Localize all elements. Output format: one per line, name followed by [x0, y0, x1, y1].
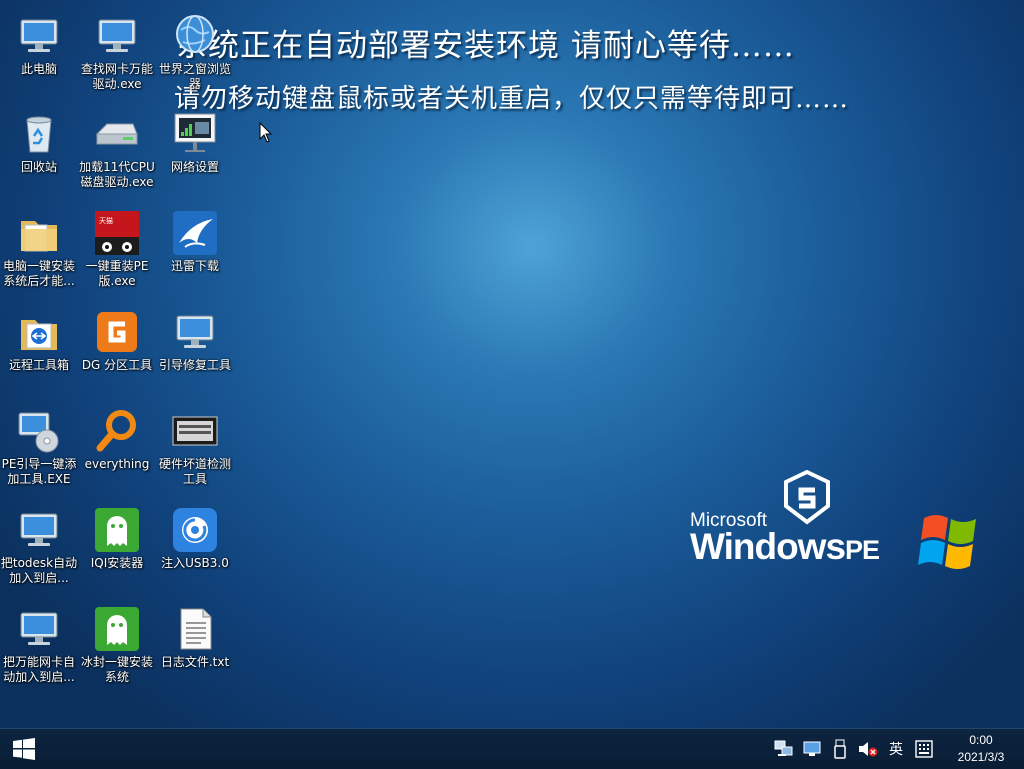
computer-icon [15, 605, 63, 653]
desktop-icon-pe-reinstall[interactable]: 天猫 一键重装PE版.exe [78, 205, 156, 295]
desktop-icon-diskgenius[interactable]: DG 分区工具 [78, 304, 156, 394]
desktop-icon-recycle-bin[interactable]: 回收站 [0, 106, 78, 196]
teamviewer-folder-icon [15, 308, 63, 356]
desktop-icon-label: 世界之窗浏览器 [158, 62, 231, 91]
clock-date: 2021/3/3 [957, 750, 1005, 764]
computer-icon [15, 12, 63, 60]
network-connection-icon[interactable] [773, 738, 795, 760]
desktop-icon-bingfeng-installer[interactable]: 冰封一键安装系统 [78, 601, 156, 691]
desktop-icon-thunder-download[interactable]: 迅雷下载 [156, 205, 234, 295]
desktop-icon-pe-boot-tool[interactable]: PE引导一键添加工具.EXE [0, 403, 78, 493]
desktop-icon-label: 网络设置 [170, 160, 219, 174]
brand-windowspe-text: WindowsPE [690, 526, 880, 568]
disk-drive-icon [93, 110, 141, 158]
svg-text:天猫: 天猫 [99, 216, 113, 225]
desktop-icon-label: 引导修复工具 [158, 358, 231, 372]
system-tray: 英 0:00 2021/3/3 [770, 729, 1024, 769]
desktop-icon-label: DG 分区工具 [81, 358, 153, 372]
deploy-status-banner: 系统正在自动部署安装环境 请耐心等待…… [176, 28, 795, 64]
volume-muted-icon[interactable] [857, 738, 879, 760]
desktop-icon-iqi-installer[interactable]: IQI安装器 [78, 502, 156, 592]
desktop-icon-label: 此电脑 [20, 62, 57, 76]
computer-icon [93, 12, 141, 60]
desktop-icon-label: 迅雷下载 [170, 259, 219, 273]
desktop: 系统正在自动部署安装环境 请耐心等待…… 请勿移动键盘鼠标或者关机重启，仅仅只需… [0, 0, 1024, 728]
desktop-icon-log-file[interactable]: 日志文件.txt [156, 601, 234, 691]
desktop-icon-label: IQI安装器 [90, 556, 144, 570]
desktop-icon-nic-driver-finder[interactable]: 查找网卡万能驱动.exe [78, 8, 156, 98]
desktop-icon-label: 注入USB3.0 [161, 556, 229, 570]
ghost-icon [93, 506, 141, 554]
desktop-icon-label: everything [84, 457, 150, 471]
ghost-icon [93, 605, 141, 653]
hdd-icon [171, 407, 219, 455]
desktop-icon-boot-repair[interactable]: 引导修复工具 [156, 304, 234, 394]
diskgenius-icon [93, 308, 141, 356]
desktop-icon-label: 远程工具箱 [8, 358, 69, 372]
windows-start-icon [13, 738, 35, 760]
desktop-icon-nic-autostart[interactable]: 把万能网卡自动加入到启... [0, 601, 78, 691]
thunder-icon [171, 209, 219, 257]
desktop-icon-label: 把todesk自动加入到启... [0, 556, 78, 585]
clock-time: 0:00 [969, 733, 993, 747]
mouse-cursor-icon [259, 122, 273, 143]
taskbar-clock[interactable]: 0:00 2021/3/3 [938, 732, 1024, 766]
desktop-icon-label: 把万能网卡自动加入到启... [2, 655, 75, 684]
desktop-icon-label: 日志文件.txt [160, 655, 230, 669]
globe-icon [171, 12, 219, 60]
desktop-icon-remote-toolbox[interactable]: 远程工具箱 [0, 304, 78, 394]
magnifier-icon [93, 407, 141, 455]
desktop-icon-this-pc[interactable]: 此电脑 [0, 8, 78, 98]
computer-icon [15, 506, 63, 554]
desktop-icon-cpu-disk-driver[interactable]: 加载11代CPU磁盘驱动.exe [78, 106, 156, 196]
desktop-icon-label: PE引导一键添加工具.EXE [1, 457, 77, 486]
desktop-icon-label: 电脑一键安装系统后才能... [2, 259, 75, 288]
computer-disc-icon [15, 407, 63, 455]
usb-device-icon[interactable] [829, 738, 851, 760]
deploy-warning-banner: 请勿移动键盘鼠标或者关机重启，仅仅只需等待即可…… [174, 84, 850, 114]
desktop-icon-label: 一键重装PE版.exe [85, 259, 149, 288]
text-file-icon [171, 605, 219, 653]
computer-icon [171, 308, 219, 356]
desktop-icon-label: 加载11代CPU磁盘驱动.exe [79, 160, 155, 189]
desktop-icon-label: 回收站 [20, 160, 57, 174]
desktop-icon-label: 硬件坏道检测工具 [158, 457, 231, 486]
ime-indicator[interactable]: 英 [885, 738, 907, 760]
recycle-bin-icon [15, 110, 63, 158]
desktop-icon-theworld-browser[interactable]: 世界之窗浏览器 [156, 8, 234, 98]
start-button[interactable] [0, 729, 48, 769]
pe-logo-mark-icon [784, 470, 830, 525]
windows-flag-logo-icon [918, 515, 976, 569]
network-settings-icon [171, 110, 219, 158]
monitor-tray-icon[interactable] [801, 738, 823, 760]
desktop-icon-network-settings[interactable]: 网络设置 [156, 106, 234, 196]
desktop-icon-install-guide-folder[interactable]: 电脑一键安装系统后才能... [0, 205, 78, 295]
folder-icon [15, 209, 63, 257]
keyboard-layout-icon[interactable] [913, 738, 935, 760]
desktop-icon-everything[interactable]: everything [78, 403, 156, 493]
taskbar: 英 0:00 2021/3/3 [0, 728, 1024, 769]
desktop-icon-inject-usb3[interactable]: 注入USB3.0 [156, 502, 234, 592]
desktop-icon-label: 查找网卡万能驱动.exe [80, 62, 153, 91]
desktop-icon-hdd-badsector-check[interactable]: 硬件坏道检测工具 [156, 403, 234, 493]
brand-windows-word: Windows [690, 526, 846, 567]
brand-pe-word: PE [845, 535, 880, 565]
tmall-icon: 天猫 [93, 209, 141, 257]
desktop-icon-todesk-autostart[interactable]: 把todesk自动加入到启... [0, 502, 78, 592]
usb-inject-icon [171, 506, 219, 554]
desktop-icon-label: 冰封一键安装系统 [80, 655, 153, 684]
